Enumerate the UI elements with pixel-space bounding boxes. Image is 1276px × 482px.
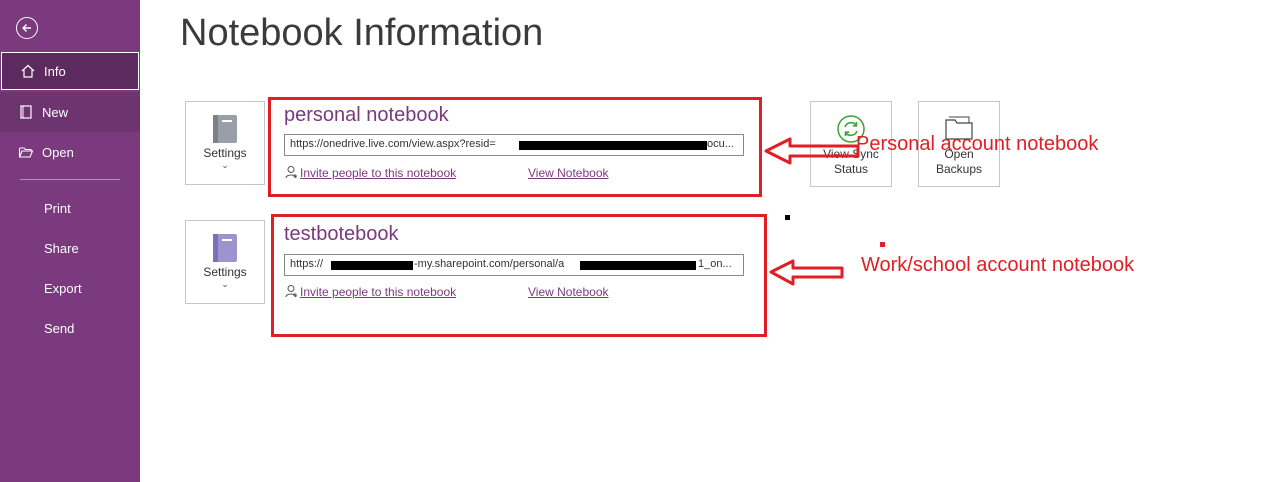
nav-item-label: Send: [44, 320, 75, 336]
nav-divider: [20, 179, 120, 180]
nav-item-label: Share: [44, 240, 79, 256]
nav-item-label: Print: [44, 200, 71, 216]
home-icon: [20, 63, 36, 79]
chevron-down-icon: ⌄: [221, 160, 229, 170]
annotation-arrow-personal: [764, 137, 860, 165]
annotation-work: Work/school account notebook: [861, 254, 1135, 276]
nav-item-print[interactable]: Print: [0, 188, 140, 228]
nav-item-label: Open: [42, 144, 74, 160]
backstage-sidebar: Info New Open Print Share Export Send: [0, 0, 140, 482]
annotation-arrow-work: [769, 259, 844, 286]
notebook-icon: [213, 115, 237, 143]
settings-label: Settings: [203, 146, 247, 160]
chevron-down-icon: ⌄: [221, 279, 229, 289]
annotation-personal: Personal account notebook: [856, 133, 1099, 155]
nav-item-new[interactable]: New: [0, 92, 140, 132]
nav-item-export[interactable]: Export: [0, 268, 140, 308]
nav-item-label: Export: [44, 280, 82, 296]
stray-mark: [880, 242, 885, 247]
page-title: Notebook Information: [180, 12, 544, 54]
settings-button-work[interactable]: Settings ⌄: [185, 220, 265, 304]
nav-item-info[interactable]: Info: [1, 52, 139, 90]
folder-open-icon: [18, 144, 34, 160]
settings-button-personal[interactable]: Settings ⌄: [185, 101, 265, 185]
back-arrow-icon: [22, 24, 31, 32]
nav-item-share[interactable]: Share: [0, 228, 140, 268]
new-notebook-icon: [18, 104, 34, 120]
settings-label: Settings: [203, 265, 247, 279]
notebook-icon: [213, 234, 237, 262]
annotation-box-work: [271, 214, 767, 337]
nav-item-open[interactable]: Open: [0, 132, 140, 172]
stray-mark: [785, 215, 790, 220]
nav-item-send[interactable]: Send: [0, 308, 140, 348]
nav-item-label: New: [42, 104, 69, 120]
annotation-box-personal: [268, 97, 762, 197]
back-button[interactable]: [16, 17, 38, 39]
nav-item-label: Info: [44, 63, 66, 79]
